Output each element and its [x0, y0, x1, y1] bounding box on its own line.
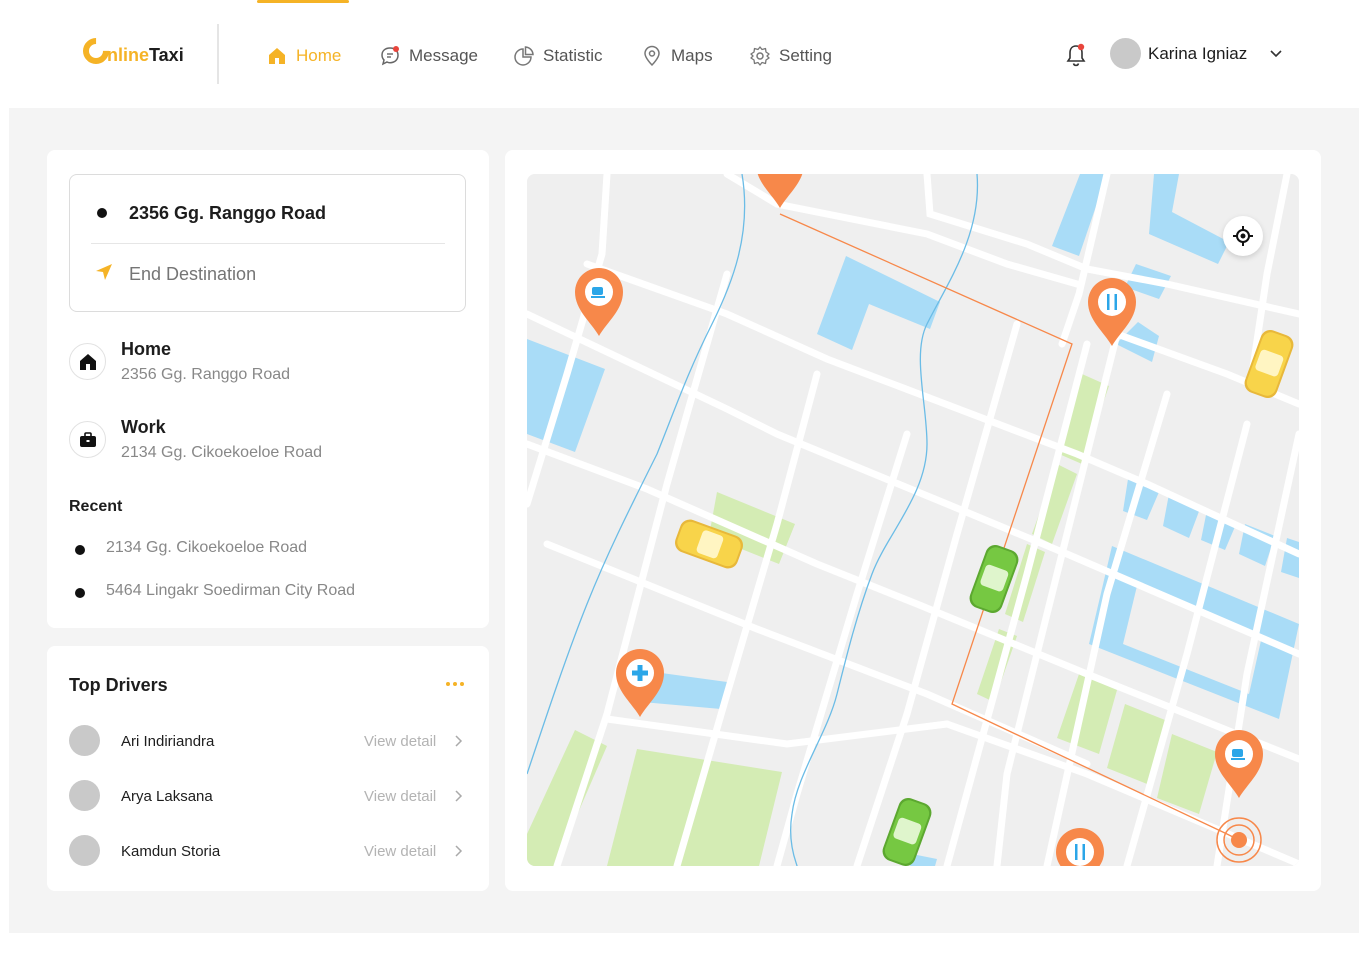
nav-statistic[interactable]: Statistic [513, 42, 641, 70]
nav-maps-label: Maps [671, 46, 713, 65]
saved-place-address: 2356 Gg. Ranggo Road [121, 366, 291, 383]
driver-name: Kamdun Storia [121, 843, 221, 860]
nav-message-label: Message [409, 46, 478, 65]
origin-dot [97, 208, 107, 218]
header-divider [217, 24, 219, 84]
message-icon [379, 45, 401, 67]
city-map[interactable] [527, 174, 1299, 866]
view-detail-link[interactable]: View detail [364, 733, 436, 750]
pie-chart-icon [513, 45, 535, 67]
chevron-right-icon[interactable] [452, 733, 466, 749]
nav-home[interactable]: Home [266, 42, 379, 70]
bullet-dot [75, 545, 85, 555]
nav-maps[interactable]: Maps [641, 42, 749, 70]
driver-row: Arya Laksana View detail [69, 780, 469, 812]
home-icon [69, 343, 106, 380]
user-avatar[interactable] [1110, 38, 1141, 69]
recent-heading: Recent [69, 498, 123, 515]
map-canvas [527, 174, 1299, 866]
logo-text-secondary: Taxi [149, 45, 184, 65]
avatar [69, 835, 100, 866]
chevron-down-icon[interactable] [1268, 46, 1284, 62]
chevron-right-icon[interactable] [452, 843, 466, 859]
route-input-box: 2356 Gg. Ranggo Road [69, 174, 466, 312]
more-options-icon[interactable] [446, 682, 466, 688]
nav-statistic-label: Statistic [543, 46, 603, 65]
notification-bell-icon[interactable] [1064, 42, 1088, 68]
nav-setting-label: Setting [779, 46, 832, 65]
saved-place-title: Home [121, 339, 172, 359]
recent-item-label: 5464 Lingakr Soedirman City Road [106, 582, 356, 599]
briefcase-icon [69, 421, 106, 458]
saved-place-title: Work [121, 417, 166, 437]
avatar [69, 725, 100, 756]
bullet-dot [75, 588, 85, 598]
driver-name: Arya Laksana [121, 788, 213, 805]
gear-icon [749, 45, 771, 67]
recent-item-label: 2134 Gg. Cikoekoeloe Road [106, 539, 308, 556]
nav-setting[interactable]: Setting [749, 42, 859, 70]
logo[interactable]: nline Taxi [77, 32, 184, 70]
destination-input[interactable] [129, 264, 429, 285]
driver-row: Kamdun Storia View detail [69, 835, 469, 867]
view-detail-link[interactable]: View detail [364, 788, 436, 805]
logo-text-primary: nline [107, 45, 150, 65]
user-name[interactable]: Karina Igniaz [1148, 44, 1247, 64]
origin-address[interactable]: 2356 Gg. Ranggo Road [129, 203, 326, 224]
nav-home-label: Home [296, 46, 342, 65]
saved-place-address: 2134 Gg. Cikoekoeloe Road [121, 444, 323, 461]
view-detail-link[interactable]: View detail [364, 843, 436, 860]
map-pin-icon [641, 45, 663, 67]
crosshair-icon [1233, 226, 1253, 246]
top-header: nline Taxi Home Message Statistic Maps S… [0, 0, 1368, 108]
avatar [69, 780, 100, 811]
driver-row: Ari Indiriandra View detail [69, 725, 469, 757]
my-location-button[interactable] [1223, 216, 1263, 256]
destination-marker [1216, 817, 1262, 863]
navigation-arrow-icon [95, 263, 113, 281]
home-icon [266, 45, 288, 67]
active-tab-indicator [257, 0, 349, 3]
nav-message[interactable]: Message [379, 42, 513, 70]
main-nav: Home Message Statistic Maps Setting [266, 42, 859, 70]
chevron-right-icon[interactable] [452, 788, 466, 804]
driver-name: Ari Indiriandra [121, 733, 215, 750]
route-divider [91, 243, 445, 244]
top-drivers-heading: Top Drivers [69, 675, 168, 695]
